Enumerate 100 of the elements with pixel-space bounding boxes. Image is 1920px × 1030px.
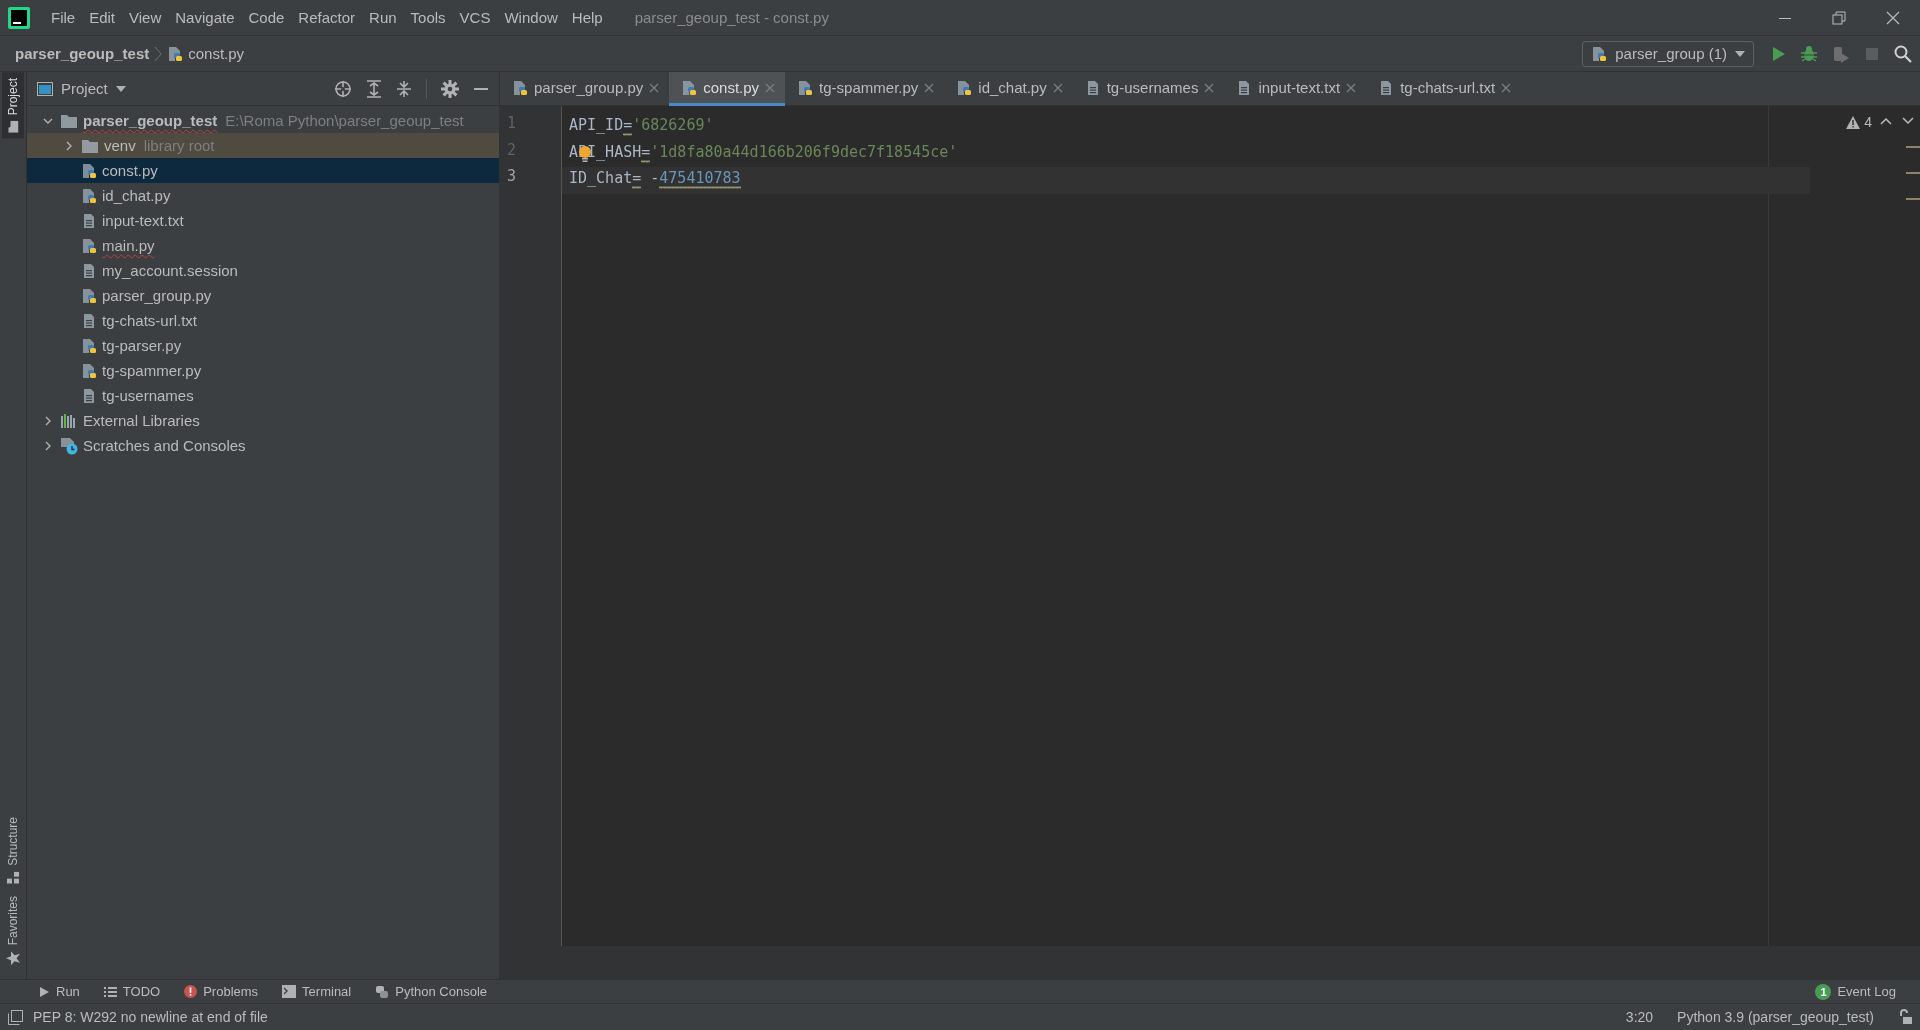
tree-label: venv	[104, 137, 136, 154]
tree-row[interactable]: my_account.session	[27, 258, 499, 283]
menu-item[interactable]: Refactor	[291, 9, 363, 26]
menu-item[interactable]: Tools	[403, 9, 453, 26]
menu-item[interactable]: Code	[241, 9, 292, 26]
caret-position[interactable]: 3:20	[1625, 1009, 1654, 1025]
interpreter-selector[interactable]: Python 3.9 (parser_geoup_test)	[1677, 1009, 1874, 1025]
tree-row[interactable]: tg-spammer.py	[27, 358, 499, 383]
editor-tab[interactable]: parser_group.py	[500, 72, 670, 106]
status-message: PEP 8: W292 no newline at end of file	[33, 1009, 268, 1025]
menu-item[interactable]: View	[122, 9, 169, 26]
text-file-icon	[81, 312, 97, 329]
expand-all-icon[interactable]	[366, 79, 382, 98]
tool-window-button[interactable]: Problems	[184, 984, 259, 999]
error-icon	[184, 985, 198, 998]
tree-label: id_chat.py	[102, 187, 171, 204]
close-icon[interactable]	[649, 82, 660, 93]
tool-window-button[interactable]: TODO	[103, 984, 161, 999]
menu-item[interactable]: Window	[497, 9, 565, 26]
tool-window-button[interactable]: Python Console	[375, 984, 487, 999]
editor-tab[interactable]: id_chat.py	[944, 72, 1073, 106]
folder-icon	[7, 120, 19, 133]
tool-window-tab[interactable]: Favorites	[2, 889, 24, 971]
close-icon[interactable]	[1052, 82, 1063, 93]
editor-tab[interactable]: tg-chats-url.txt	[1366, 72, 1522, 106]
caret-icon	[1735, 49, 1745, 58]
tree-row[interactable]: Scratches and Consoles	[27, 433, 499, 458]
arrow-down-icon[interactable]	[1902, 116, 1914, 126]
close-icon[interactable]	[924, 82, 935, 93]
python-file-icon	[167, 45, 184, 62]
caret-icon	[115, 84, 126, 93]
tree-label: tg-spammer.py	[102, 362, 202, 379]
tree-label: tg-parser.py	[102, 337, 182, 354]
warnings-indicator[interactable]: 4	[1846, 114, 1872, 130]
search-icon[interactable]	[1894, 44, 1912, 63]
breadcrumb-separator-icon	[154, 45, 163, 62]
window-icon	[37, 81, 53, 96]
python-file-icon	[81, 237, 97, 254]
run-icon[interactable]	[1770, 45, 1786, 62]
python-file-icon	[81, 362, 97, 379]
menu-item[interactable]: VCS	[452, 9, 498, 26]
tree-row[interactable]: const.py	[27, 158, 499, 183]
project-view-dropdown[interactable]: Project	[37, 80, 126, 97]
tree-label: tg-usernames	[102, 387, 194, 404]
warning-icon	[1846, 115, 1861, 129]
tree-row[interactable]: tg-chats-url.txt	[27, 308, 499, 333]
menu-item[interactable]: Run	[362, 9, 404, 26]
close-icon[interactable]	[1886, 10, 1900, 25]
tree-label: const.py	[102, 162, 158, 179]
tree-row[interactable]: tg-parser.py	[27, 333, 499, 358]
run-icon	[38, 985, 50, 998]
tree-row[interactable]: main.py	[27, 233, 499, 258]
tree-label: my_account.session	[102, 262, 238, 279]
tree-row[interactable]: tg-usernames	[27, 383, 499, 408]
restore-icon[interactable]	[1832, 10, 1846, 25]
python-file-icon	[681, 79, 698, 96]
tool-window-tab[interactable]: Project	[2, 72, 24, 139]
panel-toggle-icon[interactable]	[8, 1009, 23, 1025]
tree-row[interactable]: External Libraries	[27, 408, 499, 433]
arrow-up-icon[interactable]	[1880, 116, 1892, 126]
tool-window-button[interactable]: Run	[38, 984, 80, 999]
tree-row[interactable]: input-text.txt	[27, 208, 499, 233]
tree-label: External Libraries	[83, 412, 200, 429]
menu-item[interactable]: File	[44, 9, 83, 26]
menu-item[interactable]: Navigate	[168, 9, 242, 26]
text-file-icon	[81, 212, 97, 229]
menu-item[interactable]: Help	[564, 9, 610, 26]
list-icon	[103, 985, 117, 998]
tool-window-button[interactable]: Terminal	[282, 984, 352, 999]
settings-icon[interactable]	[441, 79, 459, 98]
python-file-icon	[81, 162, 97, 179]
lock-icon[interactable]	[1898, 1009, 1912, 1025]
close-icon[interactable]	[1501, 82, 1512, 93]
text-file-icon	[81, 262, 97, 279]
tree-row[interactable]: id_chat.py	[27, 183, 499, 208]
tree-row[interactable]: parser_group.py	[27, 283, 499, 308]
close-icon[interactable]	[1204, 82, 1215, 93]
menu-item[interactable]: Edit	[82, 9, 123, 26]
tool-window-tab[interactable]: Structure	[2, 810, 24, 890]
python-icon	[375, 984, 390, 999]
python-file-icon	[956, 79, 973, 96]
window-title: parser_geoup_test - const.py	[634, 9, 830, 26]
breadcrumb[interactable]: const.py	[167, 45, 245, 62]
tree-row[interactable]: parser_geoup_test E:\Roma Python\parser_geoup_test	[27, 108, 499, 133]
close-icon[interactable]	[1346, 82, 1357, 93]
tree-label: Scratches and Consoles	[83, 437, 246, 454]
event-log-button[interactable]: 1 Event Log	[1815, 983, 1896, 1000]
star-icon	[6, 951, 20, 965]
folder-icon	[81, 137, 99, 154]
locate-icon[interactable]	[334, 79, 352, 98]
code-line: API_ID='6826269'	[568, 114, 715, 138]
tree-row[interactable]: venv library root	[27, 133, 499, 158]
editor-tab[interactable]: const.py	[669, 72, 786, 106]
run-configuration-dropdown[interactable]: parser_group (1)	[1582, 40, 1754, 67]
bug-icon[interactable]	[1800, 44, 1818, 63]
editor-tab[interactable]: tg-spammer.py	[785, 72, 945, 106]
editor-tab[interactable]: tg-usernames	[1072, 72, 1225, 106]
editor-tab[interactable]: input-text.txt	[1224, 72, 1367, 106]
breadcrumb[interactable]: parser_geoup_test	[15, 45, 150, 62]
collapse-all-icon[interactable]	[396, 79, 412, 98]
